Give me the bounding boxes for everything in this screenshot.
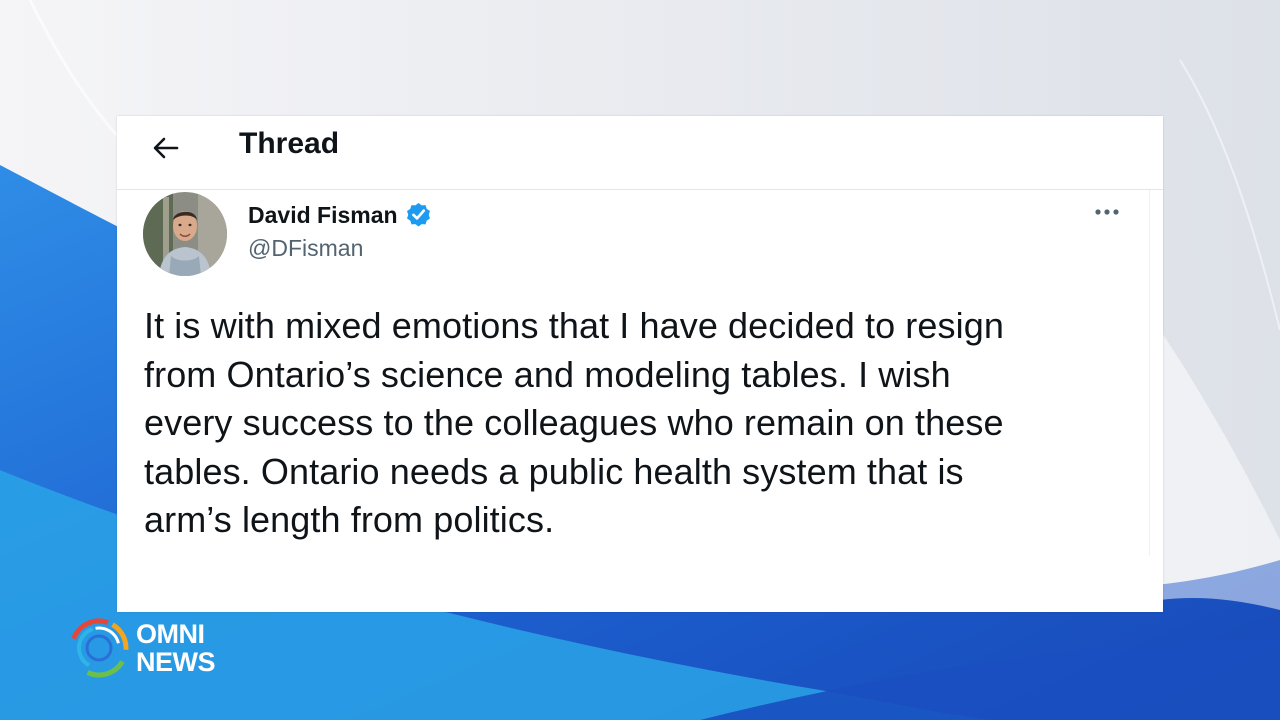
tweet-card: Thread David Fisman @DFisman It is with … (117, 116, 1163, 612)
author-handle[interactable]: @DFisman (248, 234, 363, 262)
page-title: Thread (239, 127, 340, 160)
profile-photo (143, 192, 227, 276)
logo-text-omni: OMNI (136, 619, 205, 649)
more-options-icon[interactable] (1093, 204, 1123, 220)
thread-header: Thread (117, 116, 1163, 190)
omni-swirl-icon (69, 618, 129, 678)
author-name-row[interactable]: David Fisman (248, 200, 433, 229)
tweet-text: It is with mixed emotions that I have de… (144, 305, 1004, 540)
author-name[interactable]: David Fisman (248, 201, 398, 229)
arrow-left-icon[interactable] (149, 132, 181, 164)
avatar[interactable] (143, 192, 227, 276)
logo-text-news: NEWS (136, 647, 216, 677)
divider (1149, 190, 1150, 556)
omni-news-logo: OMNI NEWS (68, 617, 228, 681)
verified-badge-icon (406, 203, 430, 227)
